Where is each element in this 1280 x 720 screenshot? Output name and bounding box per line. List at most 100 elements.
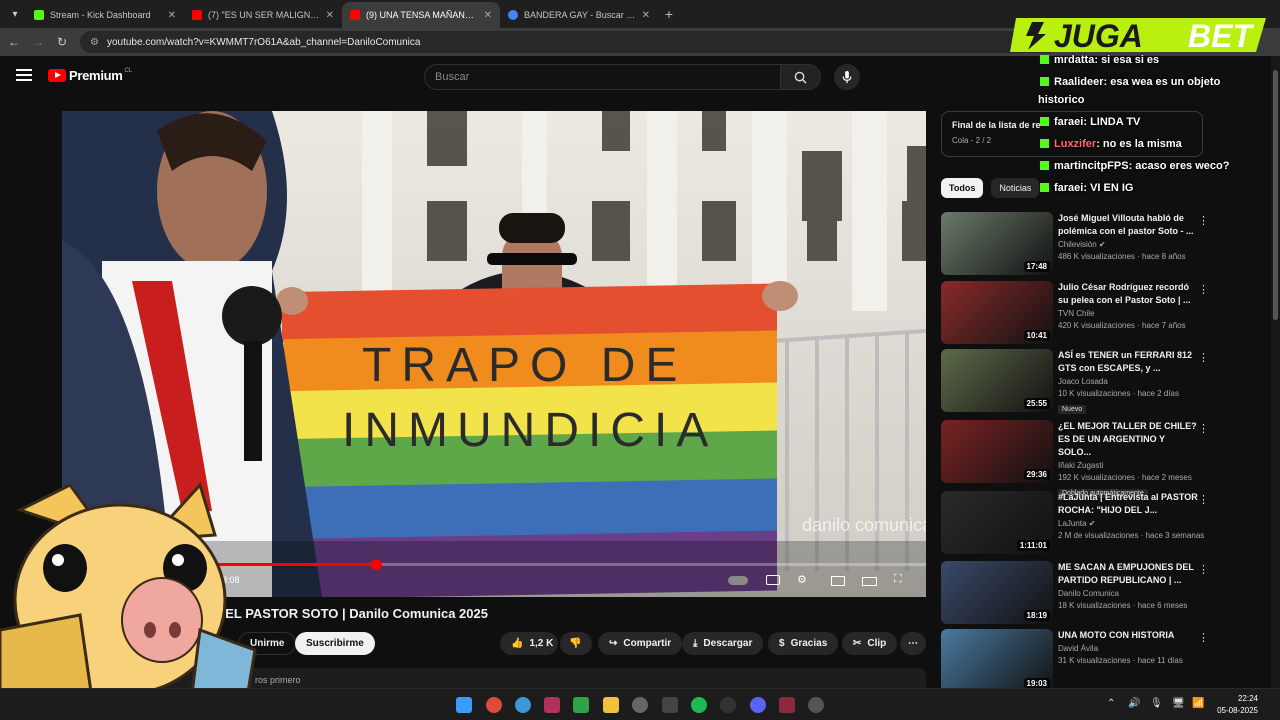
channel-name[interactable]: Iñaki Zugasti bbox=[1058, 461, 1198, 470]
more-options-icon[interactable]: ⋮ bbox=[1198, 422, 1209, 435]
chat-username: mrdatta bbox=[1054, 54, 1095, 66]
tray-chevron-icon[interactable]: ⌃ bbox=[1107, 698, 1115, 709]
app-icon[interactable] bbox=[779, 697, 795, 713]
channel-name[interactable]: Chilevisión ✔ bbox=[1058, 240, 1198, 249]
dislike-button[interactable]: 👎 bbox=[560, 632, 592, 655]
autoplay-toggle[interactable] bbox=[728, 576, 748, 585]
chip-noticias[interactable]: Noticias bbox=[991, 178, 1040, 198]
recommendation-item[interactable]: 1:11:01 #LaJunta | Entrevista al PASTOR R… bbox=[941, 491, 1211, 555]
close-icon[interactable]: ✕ bbox=[168, 10, 176, 21]
spotify-icon[interactable] bbox=[691, 697, 707, 713]
scrub-handle[interactable] bbox=[370, 559, 382, 570]
recommendation-item[interactable]: 19:03 UNA MOTO CON HISTORIA David Ávila 31 … bbox=[941, 629, 1211, 693]
more-actions-button[interactable]: ⋯ bbox=[900, 632, 926, 655]
chat-text: : si esa si es bbox=[1094, 54, 1160, 66]
chip-todos[interactable]: Todos bbox=[941, 178, 984, 198]
video-thumbnail[interactable]: 17:48 bbox=[941, 212, 1053, 275]
tab-3[interactable]: BANDERA GAY - Buscar con Go ✕ bbox=[500, 2, 658, 28]
channel-name[interactable]: David Ávila bbox=[1058, 644, 1198, 653]
windows-start-icon[interactable] bbox=[456, 697, 472, 713]
tab-0[interactable]: Stream - Kick Dashboard ✕ bbox=[26, 2, 184, 28]
video-title[interactable]: José Miguel Villouta habló de polémica c… bbox=[1058, 212, 1198, 238]
subscribe-button[interactable]: Suscribirme bbox=[295, 632, 375, 655]
video-title[interactable]: ¿EL MEJOR TALLER DE CHILE? ES DE UN ARGE… bbox=[1058, 420, 1198, 459]
channel-name[interactable]: Joaco Losada bbox=[1058, 377, 1198, 386]
close-icon[interactable]: ✕ bbox=[642, 10, 650, 21]
video-title[interactable]: ASÍ es TENER un FERRARI 812 GTS con ESCA… bbox=[1058, 349, 1198, 375]
chrome-icon[interactable] bbox=[486, 697, 502, 713]
tab-1[interactable]: (7) "ES UN SER MALIGNO": Villo ✕ bbox=[184, 2, 342, 28]
close-icon[interactable]: ✕ bbox=[484, 10, 492, 21]
volume-icon[interactable]: 🔊 bbox=[1128, 698, 1140, 709]
voice-search-button[interactable] bbox=[834, 64, 860, 90]
tab-2[interactable]: (9) UNA TENSA MAÑANA CON ✕ bbox=[342, 2, 500, 28]
video-thumbnail[interactable]: 18:19 bbox=[941, 561, 1053, 624]
video-thumbnail[interactable]: 25:55 bbox=[941, 349, 1053, 412]
tab-search-icon[interactable]: ▾ bbox=[4, 3, 26, 25]
recommendation-item[interactable]: 17:48 José Miguel Villouta habló de polém… bbox=[941, 212, 1211, 276]
filter-chips: Todos Noticias bbox=[941, 178, 1047, 198]
recommendation-item[interactable]: 10:41 Julio César Rodríguez recordó su pe… bbox=[941, 281, 1211, 345]
app-icon[interactable] bbox=[544, 697, 560, 713]
thanks-button[interactable]: $ Gracias bbox=[768, 632, 839, 655]
video-title[interactable]: ME SACAN A EMPUJONES DEL PARTIDO REPUBLI… bbox=[1058, 561, 1198, 587]
clip-button[interactable]: ✂ Clip bbox=[842, 632, 898, 655]
download-button[interactable]: ⤓ Descargar bbox=[682, 632, 764, 655]
video-thumbnail[interactable]: 10:41 bbox=[941, 281, 1053, 344]
scrollbar-thumb[interactable] bbox=[1273, 70, 1278, 320]
clock[interactable]: 22:24 05-08-2025 bbox=[1208, 693, 1258, 717]
chat-username: Raalideer bbox=[1054, 76, 1104, 88]
menu-icon[interactable] bbox=[16, 69, 32, 81]
video-info: ¿EL MEJOR TALLER DE CHILE? ES DE UN ARGE… bbox=[1058, 420, 1198, 500]
page-scrollbar[interactable] bbox=[1271, 56, 1280, 688]
more-options-icon[interactable]: ⋮ bbox=[1198, 631, 1209, 644]
url-field[interactable]: ⚙ youtube.com/watch?v=KWMMT7rO61A&ab_cha… bbox=[80, 31, 1060, 53]
app-icon[interactable] bbox=[515, 697, 531, 713]
more-options-icon[interactable]: ⋮ bbox=[1198, 214, 1209, 227]
app-icon[interactable] bbox=[632, 697, 648, 713]
recommendation-item[interactable]: 18:19 ME SACAN A EMPUJONES DEL PARTIDO RE… bbox=[941, 561, 1211, 625]
recommendation-item[interactable]: 29:36 ¿EL MEJOR TALLER DE CHILE? ES DE UN… bbox=[941, 420, 1211, 498]
app-icon[interactable] bbox=[573, 697, 589, 713]
share-button[interactable]: ↪ Compartir bbox=[598, 632, 683, 655]
new-tab-button[interactable]: + bbox=[658, 6, 680, 22]
discord-icon[interactable] bbox=[750, 697, 766, 713]
theater-mode-icon[interactable] bbox=[862, 577, 877, 586]
youtube-logo[interactable]: Premium CL bbox=[48, 68, 132, 83]
duration-badge: 10:41 bbox=[1023, 330, 1050, 341]
wifi-icon[interactable]: 📶 bbox=[1192, 698, 1204, 709]
search-button[interactable] bbox=[781, 64, 821, 90]
channel-name[interactable]: Danilo Comunica bbox=[1058, 589, 1198, 598]
video-thumbnail[interactable]: 1:11:01 bbox=[941, 491, 1053, 554]
folder-icon[interactable] bbox=[603, 697, 619, 713]
more-options-icon[interactable]: ⋮ bbox=[1198, 351, 1209, 364]
video-thumbnail[interactable]: 19:03 bbox=[941, 629, 1053, 692]
back-icon[interactable]: ← bbox=[2, 35, 26, 49]
forward-icon[interactable]: → bbox=[26, 35, 50, 49]
app-icon[interactable] bbox=[808, 697, 824, 713]
mic-icon[interactable]: 🎙 bbox=[1150, 698, 1163, 709]
settings-icon[interactable]: ⚙ bbox=[797, 573, 807, 586]
search-input[interactable]: Buscar bbox=[424, 64, 781, 90]
channel-name[interactable]: LaJunta ✔ bbox=[1058, 519, 1198, 528]
video-thumbnail[interactable]: 29:36 bbox=[941, 420, 1053, 483]
video-title[interactable]: UNA MOTO CON HISTORIA bbox=[1058, 629, 1198, 642]
more-options-icon[interactable]: ⋮ bbox=[1198, 563, 1209, 576]
more-options-icon[interactable]: ⋮ bbox=[1198, 283, 1209, 296]
site-info-icon[interactable]: ⚙ bbox=[90, 37, 99, 48]
channel-name[interactable]: TVN Chile bbox=[1058, 309, 1198, 318]
fullscreen-icon[interactable]: ⛶ bbox=[894, 573, 902, 586]
like-button[interactable]: 👍 1,2 K bbox=[500, 632, 558, 655]
miniplayer-icon[interactable] bbox=[831, 576, 845, 586]
video-title[interactable]: #LaJunta | Entrevista al PASTOR ROCHA: "… bbox=[1058, 491, 1198, 517]
network-icon[interactable]: 🖥 bbox=[1172, 698, 1185, 709]
more-options-icon[interactable]: ⋮ bbox=[1198, 493, 1209, 506]
subtitles-icon[interactable] bbox=[766, 575, 780, 585]
close-icon[interactable]: ✕ bbox=[326, 10, 334, 21]
channel-label: Danilo Comunica bbox=[1058, 589, 1119, 598]
app-icon[interactable] bbox=[720, 697, 736, 713]
video-title[interactable]: Julio César Rodríguez recordó su pelea c… bbox=[1058, 281, 1198, 307]
app-icon[interactable] bbox=[662, 697, 678, 713]
reload-icon[interactable]: ↻ bbox=[50, 35, 74, 49]
recommendation-item[interactable]: 25:55 ASÍ es TENER un FERRARI 812 GTS con… bbox=[941, 349, 1211, 414]
